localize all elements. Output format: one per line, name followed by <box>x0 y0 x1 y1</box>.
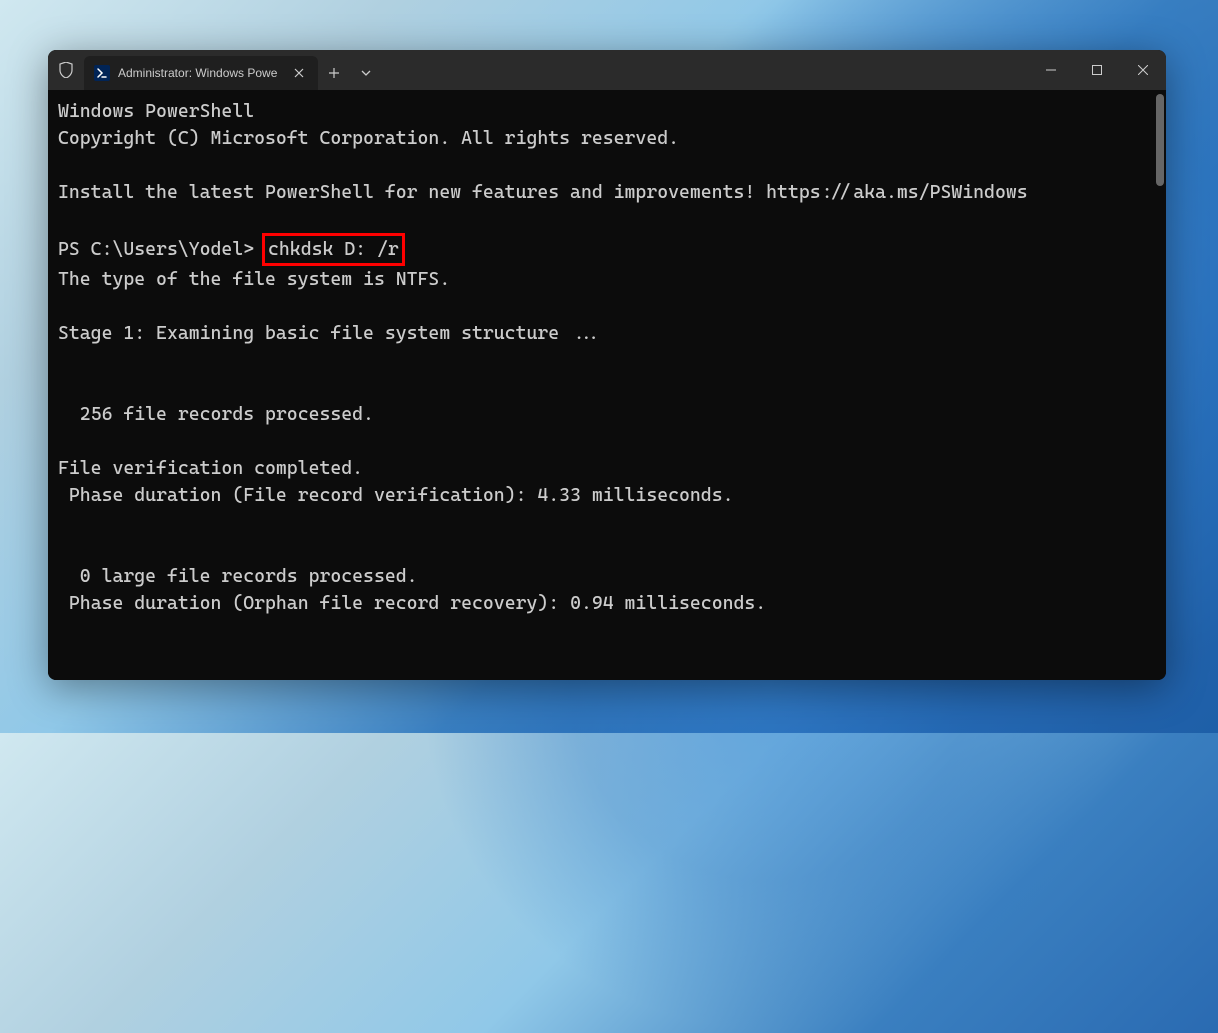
prompt-text: PS C:\Users\Yodel> <box>58 239 265 260</box>
output-line: Windows PowerShell <box>58 101 254 122</box>
output-line: Install the latest PowerShell for new fe… <box>58 182 1028 203</box>
output-line <box>58 431 69 452</box>
output-line <box>58 155 69 176</box>
output-line: 256 file records processed. <box>58 404 374 425</box>
admin-shield-icon <box>48 50 84 90</box>
tab-title: Administrator: Windows Powe <box>118 66 282 80</box>
output-line: The type of the file system is NTFS. <box>58 269 450 290</box>
powershell-icon <box>94 65 110 81</box>
maximize-icon <box>1092 65 1102 75</box>
close-icon <box>1138 65 1148 75</box>
output-line: Stage 1: Examining basic file system str… <box>58 323 603 344</box>
window-controls <box>1028 50 1166 90</box>
terminal-output: Windows PowerShell Copyright (C) Microso… <box>58 98 1156 617</box>
output-line: Copyright (C) Microsoft Corporation. All… <box>58 128 679 149</box>
tab-dropdown-button[interactable] <box>350 56 382 90</box>
output-line: Phase duration (Orphan file record recov… <box>58 593 766 614</box>
new-tab-button[interactable] <box>318 56 350 90</box>
chevron-down-icon <box>361 70 371 76</box>
close-button[interactable] <box>1120 50 1166 90</box>
terminal-body[interactable]: Windows PowerShell Copyright (C) Microso… <box>48 90 1166 680</box>
output-line <box>58 209 69 230</box>
output-line: 0 large file records processed. <box>58 566 418 587</box>
minimize-button[interactable] <box>1028 50 1074 90</box>
titlebar: Administrator: Windows Powe <box>48 50 1166 90</box>
maximize-button[interactable] <box>1074 50 1120 90</box>
output-line <box>58 350 69 371</box>
terminal-window: Administrator: Windows Powe <box>48 50 1166 680</box>
tab-powershell[interactable]: Administrator: Windows Powe <box>84 56 318 90</box>
titlebar-left: Administrator: Windows Powe <box>48 50 1028 90</box>
scrollbar-thumb[interactable] <box>1156 94 1164 186</box>
output-line: File verification completed. <box>58 458 363 479</box>
shield-icon <box>59 62 73 78</box>
scrollbar[interactable] <box>1156 94 1164 672</box>
output-line <box>58 512 69 533</box>
minimize-icon <box>1046 65 1056 75</box>
output-line <box>58 377 69 398</box>
output-line <box>58 296 69 317</box>
output-line: Phase duration (File record verification… <box>58 485 734 506</box>
output-line <box>58 539 69 560</box>
tab-close-button[interactable] <box>290 64 308 82</box>
command-highlight: chkdsk D: /r <box>262 233 405 266</box>
